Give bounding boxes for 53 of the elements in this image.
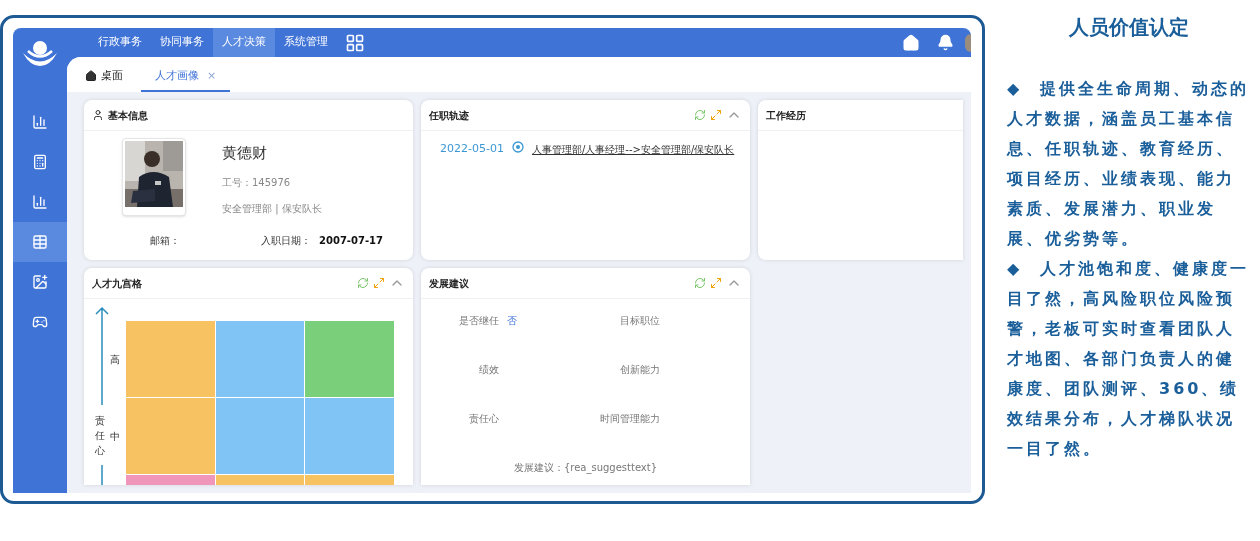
field-label: 责任心 [468,412,499,426]
field-label: 绩效 [478,363,499,377]
image-icon [32,274,48,290]
calculator-icon [32,154,48,170]
home-icon [85,70,97,82]
employee-name: 黄德财 [222,143,268,164]
chart-icon [32,114,48,130]
employee-number: 工号：145976 [222,175,292,190]
expand-button[interactable] [373,277,385,289]
panel-title: 人员价值认定 [1068,14,1190,41]
sidebar-item[interactable] [13,222,67,262]
refresh-button[interactable] [694,277,706,289]
bell-icon[interactable] [937,34,954,51]
suggestion-text: 发展建议：{rea_suggesttext} [513,462,658,473]
user-icon [92,109,104,121]
avatar[interactable] [965,33,971,52]
page-tab[interactable]: 人才画像 × [141,62,231,92]
email-label: 邮箱： [150,233,180,248]
nav-tab[interactable]: 系统管理 [275,28,337,57]
hire-date: 2007-07-17 [319,233,383,248]
card-title: 发展建议 [429,276,469,291]
field-label: 目标职位 [620,314,660,328]
bar-chart-icon [32,194,48,210]
card-title: 人才九宫格 [92,276,142,291]
card-title: 基本信息 [108,108,148,123]
field-value: 否 [507,314,517,328]
level-label: 中 [110,430,120,444]
axis-label: 责任心 [95,412,105,458]
field-label: 是否继任 [459,314,499,328]
table-icon [32,234,48,250]
card-title: 任职轨迹 [429,108,469,123]
nav-tab[interactable]: 协同事务 [151,28,213,57]
timeline-dot-icon [511,141,524,154]
field-label: 创新能力 [620,363,660,377]
track-date: 2022-05-01 [440,141,504,157]
feature-paragraph: ◆ 人才池饱和度、健康度一目了然，高风险职位风险预警，老板可实时查看团队人才地图、各部门负责人的健康度、团队测评、360、绩效结果分布，人才梯队状况一目了然。 [1007,258,1251,460]
level-label: 高 [110,353,120,367]
department-position: 安全管理部 | 保安队长 [222,201,322,216]
apps-icon[interactable] [345,32,365,53]
field-label: 时间管理能力 [600,412,660,426]
hire-date-label: 入职日期： [261,233,312,248]
gamepad-icon [32,314,48,330]
expand-button[interactable] [710,109,722,121]
feature-paragraph: ◆ 提供全生命周期、动态的人才数据，涵盖员工基本信息、任职轨迹、教育经历、项目经历、业绩表现、能力素质、发展潜力、职业发展、优劣势等。 [1007,78,1251,250]
refresh-button[interactable] [357,277,369,289]
home-icon[interactable] [902,33,920,52]
track-link[interactable]: 人事管理部/人事经理-->安全管理部/保安队长 [531,141,735,157]
refresh-button[interactable] [694,109,706,121]
nav-tab[interactable]: 人才决策 [213,28,275,57]
expand-button[interactable] [710,277,722,289]
nav-tab[interactable]: 行政事务 [89,28,151,57]
page-tab[interactable]: 桌面 [79,62,129,92]
card-title: 工作经历 [766,108,806,123]
